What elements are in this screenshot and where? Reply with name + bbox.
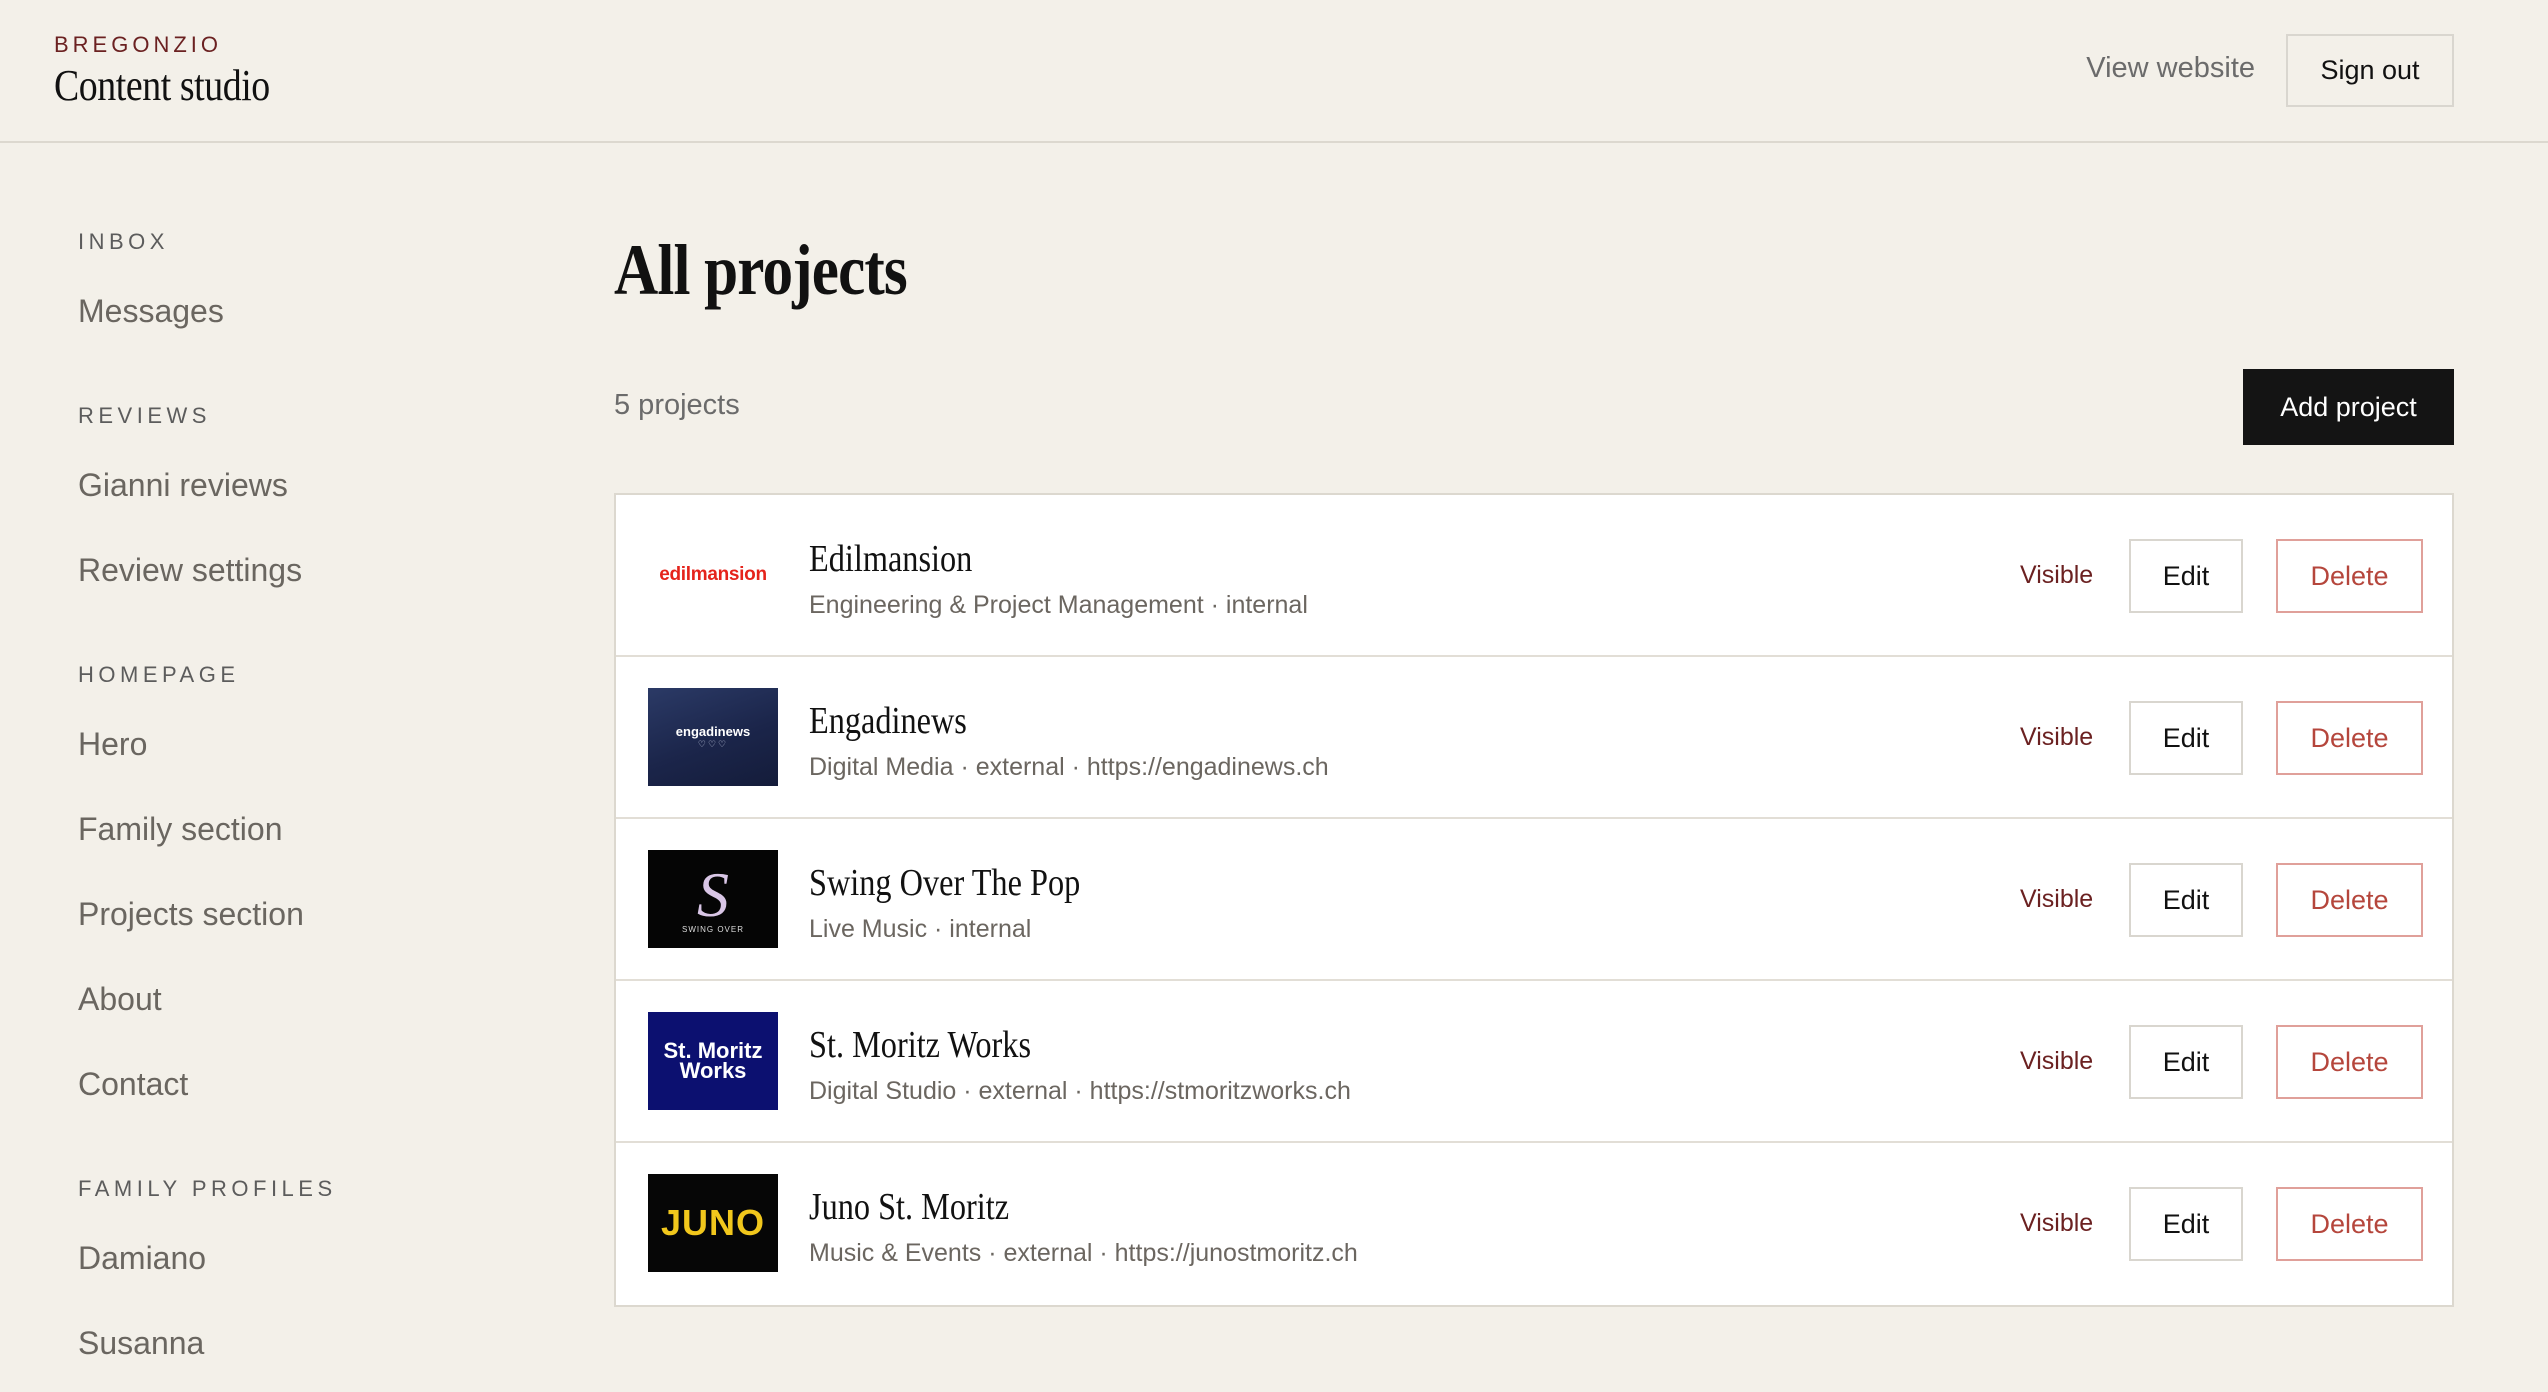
visibility-toggle[interactable]: Visible [2020, 885, 2093, 914]
delete-button[interactable]: Delete [2276, 1187, 2423, 1261]
project-meta: Digital Media · external · https://engad… [809, 753, 1329, 781]
brand: BREGONZIO Content studio [54, 32, 305, 111]
logo-text: St. Moritz Works [663, 1038, 763, 1083]
project-row: St. Moritz Works St. Moritz Works Digita… [616, 981, 2452, 1143]
project-meta: Digital Studio · external · https://stmo… [809, 1077, 1351, 1105]
project-row: edilmansion Edilmansion Engineering & Pr… [616, 495, 2452, 657]
sidebar-item-damiano[interactable]: Damiano [78, 1240, 206, 1277]
sign-out-button[interactable]: Sign out [2286, 34, 2454, 107]
edit-button[interactable]: Edit [2129, 539, 2243, 613]
brand-kicker: BREGONZIO [54, 32, 223, 57]
project-logo: edilmansion [648, 526, 778, 624]
logo-subtext: ♡♡♡ [697, 739, 729, 749]
sidebar-item-susanna[interactable]: Susanna [78, 1325, 204, 1362]
nav-group-family-profiles: FAMILY PROFILES [78, 1176, 337, 1201]
project-name: Swing Over The Pop [809, 862, 1081, 904]
project-name: St. Moritz Works [809, 1024, 1032, 1066]
project-count: 5 projects [614, 389, 740, 421]
nav-group-inbox: INBOX [78, 229, 169, 254]
project-logo: St. Moritz Works [648, 1012, 778, 1110]
logo-subtext: SWING OVER [681, 924, 744, 934]
delete-button[interactable]: Delete [2276, 1025, 2423, 1099]
project-list: edilmansion Edilmansion Engineering & Pr… [614, 493, 2454, 1307]
logo-text: JUNO [660, 1202, 766, 1243]
edit-button[interactable]: Edit [2129, 701, 2243, 775]
sidebar-item-messages[interactable]: Messages [78, 293, 224, 330]
project-name: Edilmansion [809, 538, 973, 580]
project-meta: Engineering & Project Management · inter… [809, 591, 1308, 619]
project-meta: Live Music · internal [809, 915, 1032, 943]
visibility-toggle[interactable]: Visible [2020, 1209, 2093, 1238]
edit-button[interactable]: Edit [2129, 1187, 2243, 1261]
page-title: All projects [614, 230, 908, 310]
sidebar-item-projects-section[interactable]: Projects section [78, 896, 304, 933]
sidebar-item-review-settings[interactable]: Review settings [78, 552, 302, 589]
sidebar-item-family-section[interactable]: Family section [78, 811, 283, 848]
project-row: JUNO Juno St. Moritz Music & Events · ex… [616, 1143, 2452, 1305]
edit-button[interactable]: Edit [2129, 863, 2243, 937]
edit-button[interactable]: Edit [2129, 1025, 2243, 1099]
visibility-toggle[interactable]: Visible [2020, 1047, 2093, 1076]
delete-button[interactable]: Delete [2276, 863, 2423, 937]
sidebar-item-gianni-reviews[interactable]: Gianni reviews [78, 467, 288, 504]
sidebar-item-about[interactable]: About [78, 981, 162, 1018]
sidebar-item-contact[interactable]: Contact [78, 1066, 188, 1103]
add-project-button[interactable]: Add project [2243, 369, 2454, 445]
project-name: Juno St. Moritz [809, 1186, 1010, 1228]
project-meta: Music & Events · external · https://juno… [809, 1239, 1358, 1267]
project-logo: JUNO [648, 1174, 778, 1272]
project-logo: S SWING OVER [648, 850, 778, 948]
project-row: S SWING OVER Swing Over The Pop Live Mus… [616, 819, 2452, 981]
visibility-toggle[interactable]: Visible [2020, 561, 2093, 590]
logo-text: engadinews [675, 724, 751, 739]
nav-group-reviews: REVIEWS [78, 403, 211, 428]
project-row: engadinews ♡♡♡ Engadinews Digital Media … [616, 657, 2452, 819]
logo-text: S [697, 858, 729, 930]
logo-text: edilmansion [659, 564, 767, 585]
top-bar: BREGONZIO Content studio View website Si… [0, 0, 2548, 143]
delete-button[interactable]: Delete [2276, 701, 2423, 775]
visibility-toggle[interactable]: Visible [2020, 723, 2093, 752]
project-name: Engadinews [809, 700, 967, 742]
brand-title: Content studio [54, 61, 270, 110]
project-logo: engadinews ♡♡♡ [648, 688, 778, 786]
view-website-link[interactable]: View website [2086, 52, 2255, 85]
delete-button[interactable]: Delete [2276, 539, 2423, 613]
sidebar-item-hero[interactable]: Hero [78, 726, 147, 763]
nav-group-homepage: HOMEPAGE [78, 662, 240, 687]
